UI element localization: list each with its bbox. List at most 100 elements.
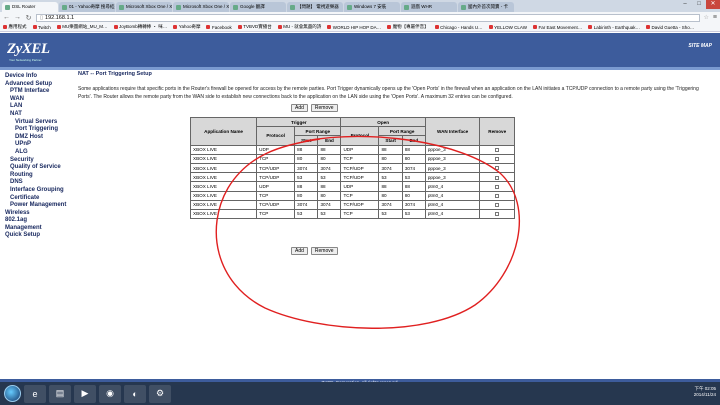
browser-tab[interactable]: DSL Router (2, 2, 58, 12)
sidebar-item[interactable]: NAT (5, 111, 75, 119)
bookmark-item[interactable]: YELLOW CLAW (488, 25, 527, 30)
cell-remove (479, 162, 515, 174)
bookmark-item[interactable]: Yahoo奇摩 (173, 24, 200, 30)
cell-remove (479, 172, 515, 183)
remove-checkbox[interactable] (495, 212, 500, 217)
start-button[interactable] (4, 385, 21, 402)
sidebar-item[interactable]: Port Triggering (5, 126, 75, 134)
sidebar-item[interactable]: WAN (5, 96, 75, 104)
sidebar-item[interactable]: Certificate (5, 195, 75, 203)
col-open-start: Start (378, 135, 403, 146)
sidebar-item[interactable]: Power Management (5, 202, 75, 210)
browser-tab[interactable]: Microsoft Xbox One / Xbo (116, 2, 172, 12)
cell-tend: 3074 (317, 199, 342, 210)
browser-tab[interactable]: Windows 7 安裝 (344, 2, 400, 12)
bookmark-star-icon[interactable]: ☆ (704, 14, 709, 21)
bookmark-label: MU - 就會無盡的詩 (283, 24, 322, 29)
close-icon[interactable]: ✕ (706, 0, 720, 9)
sidebar-item[interactable]: 802.1ag (5, 217, 75, 225)
sidebar-item[interactable]: Quick Setup (5, 232, 75, 240)
browser-menu-icon[interactable]: ≡ (713, 14, 717, 21)
browser-tab[interactable]: 國內外首次開賣 - 卡 (458, 2, 514, 12)
cell-app: XBOX LIVE (189, 199, 258, 210)
add-button-bottom[interactable]: Add (291, 247, 308, 255)
bookmark-favicon-icon (173, 25, 178, 29)
sidebar-item[interactable]: Wireless (5, 210, 75, 218)
bookmark-label: 應用程式 (8, 24, 27, 29)
bookmark-item[interactable]: Twitch (32, 25, 51, 30)
minimize-icon[interactable]: – (678, 0, 692, 9)
ie-icon[interactable]: e (24, 384, 46, 403)
bookmark-item[interactable]: MU - 就會無盡的詩 (277, 24, 322, 30)
system-clock[interactable]: 下午 02:05 2014/11/24 (694, 386, 716, 398)
browser-tab[interactable]: Microsoft Xbox One / Xbo (173, 2, 229, 12)
media-player-icon[interactable]: ▶ (74, 384, 96, 403)
cell-ostart: 80 (378, 153, 403, 164)
tab-favicon-icon (290, 4, 295, 10)
sidebar-item[interactable]: Device Info (5, 73, 75, 81)
sidebar-item[interactable]: DMZ Host (5, 134, 75, 142)
remove-button-bottom[interactable]: Remove (310, 247, 338, 255)
sidebar-item[interactable]: DNS (5, 179, 75, 187)
sidebar-item[interactable]: Quality of Service (5, 164, 75, 172)
bookmark-item[interactable]: Facebook (206, 25, 232, 30)
sidebar-item[interactable]: LAN (5, 103, 75, 111)
reload-icon[interactable]: ↻ (25, 14, 32, 22)
remove-checkbox[interactable] (495, 175, 500, 180)
back-icon[interactable]: ← (3, 14, 10, 21)
port-trigger-table: Application Name Trigger Open WAN Interf… (189, 116, 515, 220)
forward-icon[interactable]: → (14, 14, 21, 21)
bookmark-item[interactable]: David Guetta - Sho… (646, 25, 694, 30)
cell-oend: 80 (401, 153, 426, 164)
bookmark-item[interactable]: TVBVD實播台 (237, 24, 272, 30)
maximize-icon[interactable]: □ (692, 0, 706, 9)
sidebar-item[interactable]: Security (5, 157, 75, 165)
chrome-icon[interactable]: ◉ (99, 384, 121, 403)
site-map-link[interactable]: SITE MAP (688, 43, 712, 49)
remove-checkbox[interactable] (495, 193, 500, 198)
bookmark-item[interactable]: Far East Movement… (532, 25, 582, 30)
browser-tab[interactable]: 【問題】 電視遊樂器 (287, 2, 343, 12)
folder-icon[interactable]: ▤ (49, 384, 71, 403)
browser-tab[interactable]: Google 翻譯 (230, 2, 286, 12)
cell-tproto: TCP (256, 190, 296, 201)
sidebar-item[interactable]: Interface Grouping (5, 187, 75, 195)
cell-app: XBOX LIVE (189, 144, 258, 155)
bookmark-label: 魔物【專屬伴音】 (392, 24, 429, 29)
bookmark-item[interactable]: Labirinth - Earthquak… (588, 25, 640, 30)
bookmark-item[interactable]: 應用程式 (3, 24, 27, 30)
cell-tend: 53 (317, 172, 342, 183)
remove-checkbox[interactable] (495, 147, 500, 152)
add-button[interactable]: Add (291, 104, 308, 112)
remove-button[interactable]: Remove (310, 104, 338, 112)
remove-checkbox[interactable] (495, 157, 500, 162)
bookmark-label: Labirinth - Earthquak… (593, 24, 641, 30)
bookmark-label: David Guetta - Sho… (651, 24, 695, 30)
bookmark-item[interactable]: JoyBomb轉轉棒 ・ 咪… (113, 24, 167, 30)
url-input[interactable]: ▯ 192.168.1.1 (36, 13, 700, 22)
sidebar-item[interactable]: Virtual Servers (5, 119, 75, 127)
remove-checkbox[interactable] (495, 203, 500, 208)
bookmark-item[interactable]: MU樂團網站_MU_M… (56, 24, 108, 30)
tools-icon[interactable]: ⚙ (149, 384, 171, 403)
app-icon[interactable]: ◐ (124, 384, 146, 403)
cell-wan: pppoe_3 (424, 162, 481, 174)
sidebar-item[interactable]: UPnP (5, 141, 75, 149)
cell-tend: 88 (317, 181, 342, 192)
sidebar-item[interactable]: Advanced Setup (5, 81, 75, 89)
browser-tab[interactable]: 01 - Yahoo奇摩 搜尋結果 (59, 2, 115, 12)
cell-oproto: TCP/UDP (340, 162, 380, 174)
bookmark-item[interactable]: Chicago - Hands U… (434, 25, 483, 30)
cell-oproto: TCP (340, 208, 380, 220)
bookmark-item[interactable]: 魔物【專屬伴音】 (387, 24, 429, 30)
sidebar-item[interactable]: Routing (5, 172, 75, 180)
sidebar-item[interactable]: ALG (5, 149, 75, 157)
sidebar-item[interactable]: Management (5, 225, 75, 233)
sidebar-item[interactable]: PTM Interface (5, 88, 75, 96)
bookmark-item[interactable]: WORLD HIP HOP DA… (327, 25, 381, 30)
browser-tab[interactable]: 遊戲 WHR (401, 2, 457, 12)
cell-tproto: TCP/UDP (256, 162, 296, 174)
remove-checkbox[interactable] (495, 166, 500, 171)
bottom-button-row: Add Remove (291, 247, 338, 255)
remove-checkbox[interactable] (495, 184, 500, 189)
